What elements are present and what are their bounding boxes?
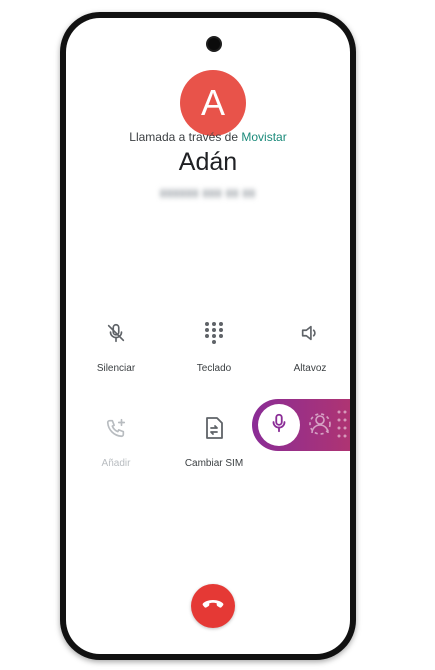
mic-off-icon xyxy=(70,321,162,345)
speaker-label: Altavoz xyxy=(293,363,327,374)
drag-handle-icon[interactable] xyxy=(336,407,348,448)
hang-up-icon xyxy=(202,597,224,615)
volume-icon xyxy=(264,321,350,345)
camera-punch-hole xyxy=(208,38,220,50)
keypad-button[interactable]: Teclado xyxy=(168,321,260,374)
call-via-line: Llamada a través de Movistar xyxy=(66,130,350,144)
sim-swap-icon xyxy=(168,416,260,440)
phone-number-blurred: ▮▮▮▮▮▮ ▮▮▮ ▮▮ ▮▮ xyxy=(160,188,256,199)
phone-frame: A Llamada a través de Movistar Adán ▮▮▮▮… xyxy=(60,12,356,660)
switch-sim-label: Cambiar SIM xyxy=(184,458,244,469)
switch-sim-button[interactable]: Cambiar SIM xyxy=(168,416,260,469)
call-screen: A Llamada a través de Movistar Adán ▮▮▮▮… xyxy=(66,18,350,654)
add-call-button[interactable]: Añadir xyxy=(70,416,162,469)
contact-name: Adán xyxy=(178,148,238,176)
mute-label: Silenciar xyxy=(96,363,136,374)
add-call-label: Añadir xyxy=(101,458,131,469)
call-via-text: Llamada a través de xyxy=(129,130,239,144)
keypad-label: Teclado xyxy=(196,363,232,374)
end-call-button[interactable] xyxy=(191,584,235,628)
add-call-icon xyxy=(70,416,162,440)
microphone-icon xyxy=(268,412,290,439)
carrier-name: Movistar xyxy=(241,130,287,144)
mute-button[interactable]: Silenciar xyxy=(70,321,162,374)
overlay-mic-button[interactable] xyxy=(258,404,300,446)
stage: A Llamada a través de Movistar Adán ▮▮▮▮… xyxy=(0,0,435,670)
dialpad-icon xyxy=(168,321,260,345)
record-contact-icon[interactable] xyxy=(308,411,332,442)
speaker-button[interactable]: Altavoz xyxy=(264,321,350,374)
voice-assistant-overlay[interactable] xyxy=(252,399,350,451)
contact-avatar: A xyxy=(180,70,246,136)
